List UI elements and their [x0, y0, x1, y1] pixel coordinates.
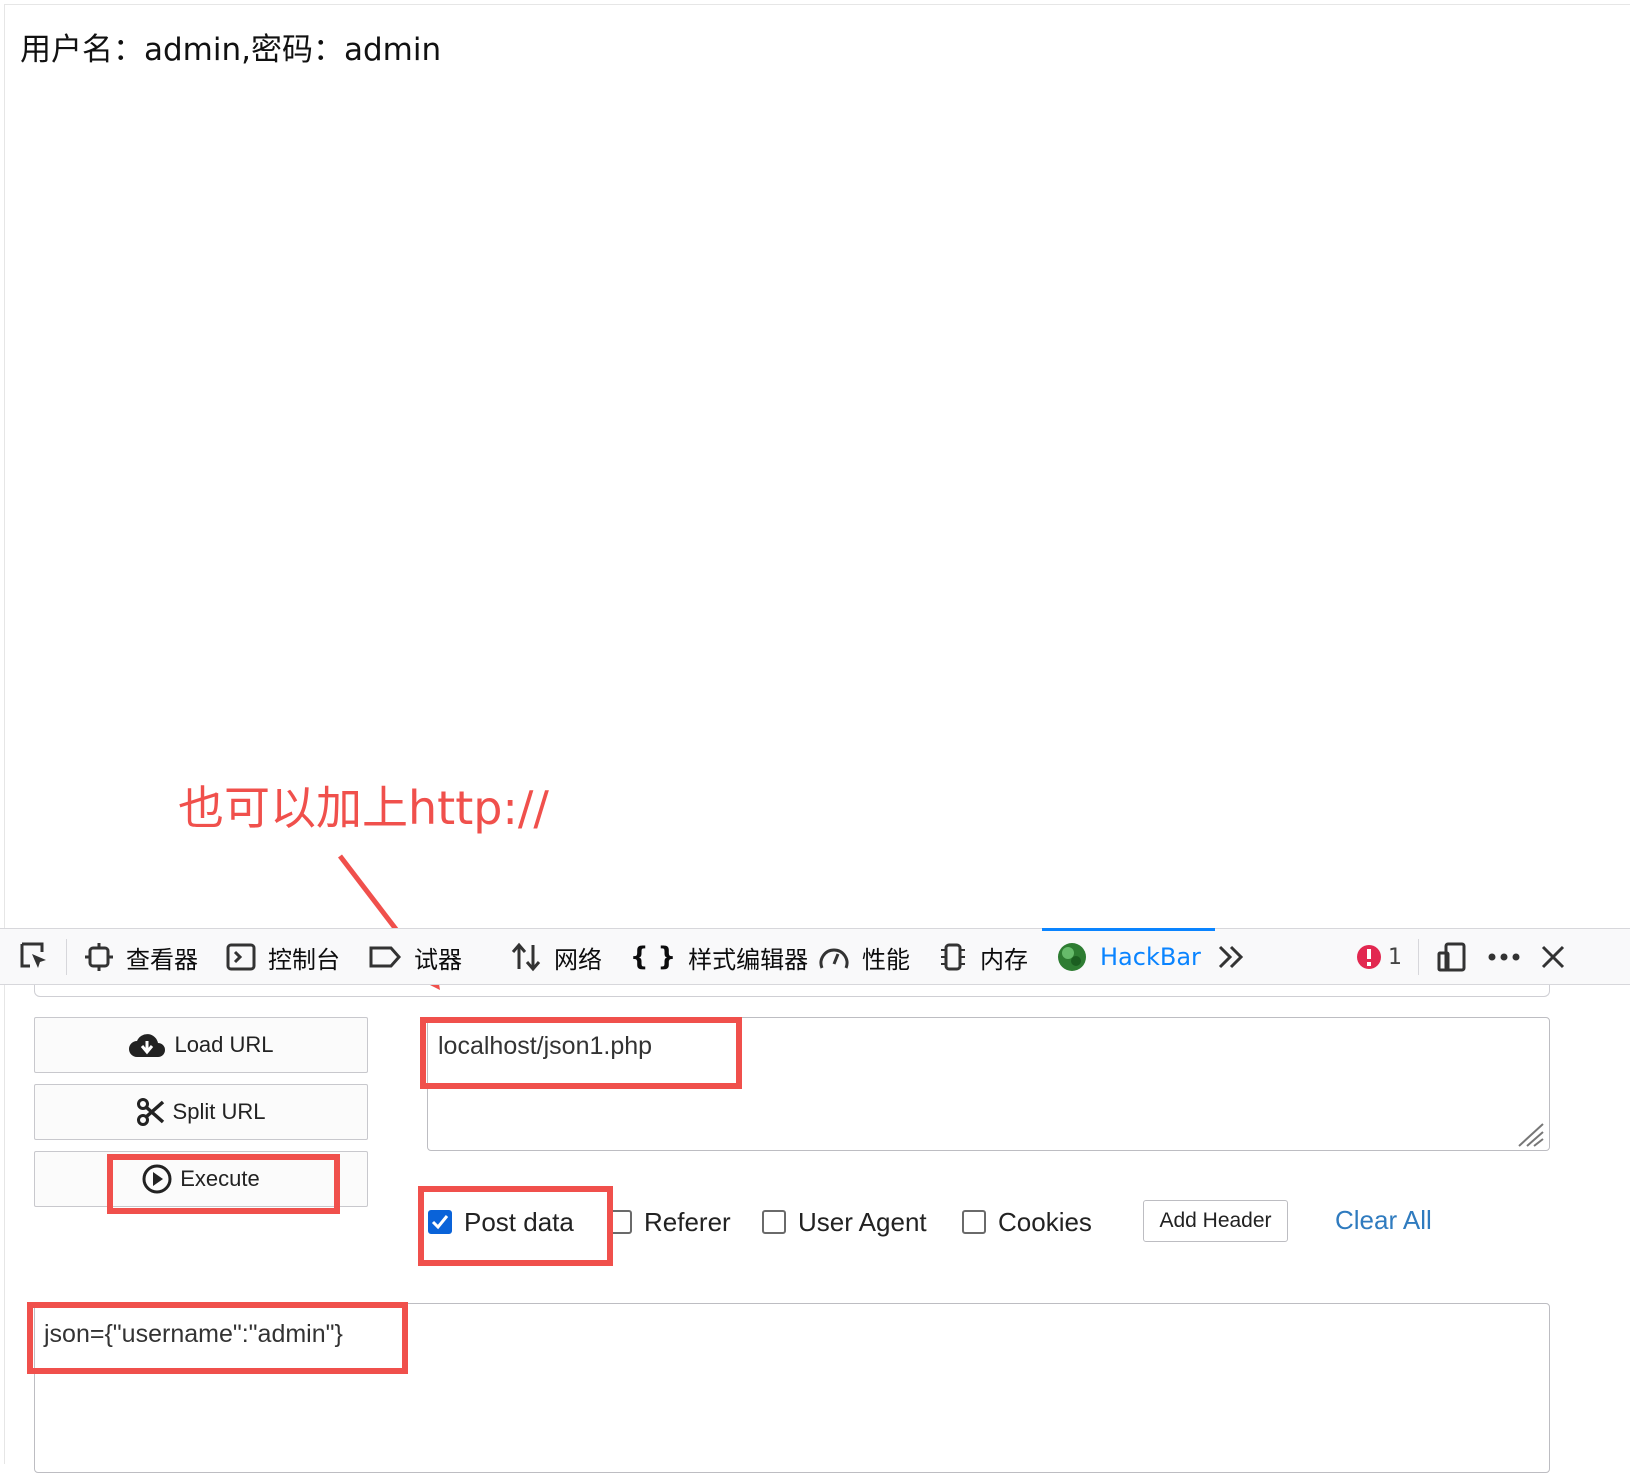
tab-debugger[interactable]: 试器 — [368, 929, 462, 985]
scissors-icon — [136, 1098, 165, 1126]
annotation-arrow — [338, 854, 440, 990]
load-url-label: Load URL — [174, 1032, 274, 1057]
responsive-mode-icon — [1436, 941, 1468, 973]
tab-label: 内存 — [980, 945, 1028, 974]
cookies-checkbox[interactable]: Cookies — [962, 1205, 1092, 1239]
performance-icon — [818, 942, 850, 972]
element-picker-button[interactable] — [18, 929, 64, 985]
user-agent-label: User Agent — [798, 1206, 927, 1237]
toolbar-separator — [1418, 939, 1419, 975]
memory-icon — [938, 942, 968, 972]
checkbox-empty-icon — [962, 1210, 986, 1234]
responsive-design-button[interactable] — [1436, 929, 1480, 985]
tab-console[interactable]: 控制台 — [226, 929, 340, 985]
tab-label: 样式编辑器 — [688, 945, 809, 974]
tab-inspector[interactable]: 查看器 — [84, 929, 198, 985]
tab-label: HackBar — [1100, 943, 1201, 971]
error-count: 1 — [1388, 944, 1402, 970]
highlight-url-box — [420, 1017, 742, 1089]
resize-grip-icon[interactable] — [1515, 1120, 1545, 1148]
highlight-execute-box — [107, 1154, 340, 1214]
load-url-button[interactable]: Load URL — [34, 1017, 368, 1073]
tab-performance[interactable]: 性能 — [818, 929, 910, 985]
error-count-button[interactable]: 1 — [1356, 929, 1402, 985]
hackbar-menu-strip — [34, 985, 1550, 997]
tab-label: 查看器 — [126, 945, 198, 974]
highlight-post-body-box — [27, 1302, 408, 1374]
chevron-double-right-icon — [1216, 942, 1246, 972]
tab-label: 控制台 — [268, 945, 340, 974]
referer-label: Referer — [644, 1206, 731, 1237]
options-menu-button[interactable] — [1487, 929, 1533, 985]
tab-hackbar[interactable]: HackBar — [1042, 928, 1215, 985]
ellipsis-icon — [1487, 952, 1521, 962]
network-icon — [510, 942, 542, 972]
debugger-icon — [368, 942, 402, 972]
cloud-download-icon — [128, 1031, 166, 1059]
checkbox-empty-icon — [762, 1210, 786, 1234]
hackbar-icon — [1056, 941, 1088, 973]
toolbar-separator — [66, 939, 67, 975]
referer-checkbox[interactable]: Referer — [608, 1205, 731, 1239]
tab-network[interactable]: 网络 — [510, 929, 602, 985]
split-url-button[interactable]: Split URL — [34, 1084, 368, 1140]
inspector-icon — [84, 942, 114, 972]
add-header-button[interactable]: Add Header — [1143, 1200, 1288, 1242]
element-picker-icon — [18, 940, 52, 974]
devtools-toolbar: 查看器 控制台 试器 网络 { } 样式编辑器 性能 内存 HackBar 1 — [0, 928, 1630, 985]
clear-all-link[interactable]: Clear All — [1335, 1205, 1432, 1236]
tab-label: 性能 — [862, 945, 910, 974]
user-agent-checkbox[interactable]: User Agent — [762, 1205, 927, 1239]
close-icon — [1540, 944, 1566, 970]
tab-memory[interactable]: 内存 — [938, 929, 1028, 985]
split-url-label: Split URL — [172, 1099, 266, 1124]
tab-label: 试器 — [414, 945, 462, 974]
more-tabs-button[interactable] — [1216, 929, 1258, 985]
console-icon — [226, 942, 256, 972]
tab-label: 网络 — [554, 945, 602, 974]
error-icon — [1356, 944, 1382, 970]
style-editor-icon: { } — [630, 942, 677, 972]
close-devtools-button[interactable] — [1540, 929, 1578, 985]
tab-style-editor[interactable]: { } 样式编辑器 — [630, 929, 808, 985]
cookies-label: Cookies — [998, 1206, 1092, 1237]
highlight-post-data-box — [418, 1186, 613, 1266]
